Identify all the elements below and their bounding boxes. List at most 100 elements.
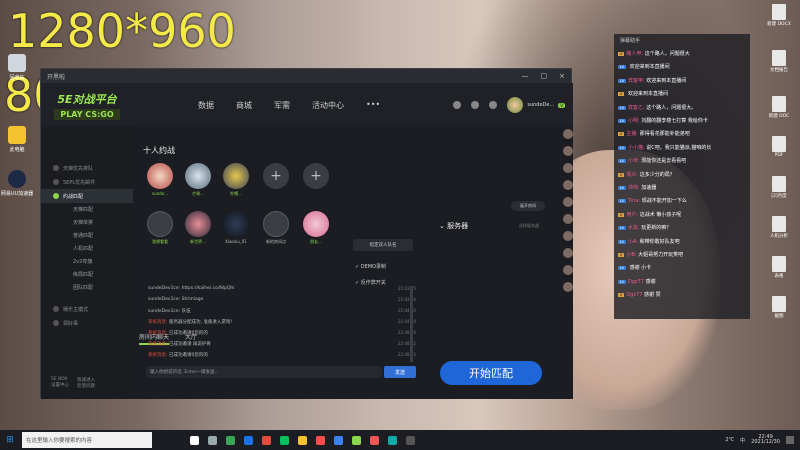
server-select[interactable]: 选择服务器 (519, 223, 539, 229)
app-icon[interactable] (334, 435, 343, 445)
sidebar-sub-normal[interactable]: 普通匹配 (41, 229, 133, 242)
clock[interactable]: 22:49 2021/12/30 (751, 434, 780, 446)
desktop-icon-recycle[interactable]: 回收站 (0, 54, 34, 81)
minimize-button[interactable]: — (522, 72, 529, 80)
app-icon[interactable] (370, 435, 379, 445)
player-slot-3[interactable] (223, 163, 249, 189)
desktop-doc-1[interactable]: 新建 DOCX (764, 4, 794, 27)
chat-message: 系统消息: 服务器分配成功, 准备进入游戏! (148, 320, 233, 325)
task-view-icon[interactable] (208, 435, 217, 445)
desktop-doc-2[interactable]: 文档报告 (764, 50, 794, 73)
wechat-icon[interactable] (280, 435, 289, 445)
friend-avatar[interactable] (563, 282, 573, 292)
start-menu-button[interactable]: ⊞ (0, 430, 20, 450)
taskbar-search[interactable]: 在这里输入你要搜索的内容 (22, 432, 152, 448)
app-icon[interactable] (262, 435, 271, 445)
user-profile[interactable]: sundeDe... V (507, 97, 565, 113)
maximize-button[interactable]: □ (541, 72, 548, 80)
footer-feedback[interactable]: 反馈问题 (77, 383, 95, 389)
chat-input[interactable]: 输入你想说的话, Enter一键发送... (146, 366, 382, 378)
edge-icon[interactable] (244, 435, 253, 445)
start-match-button[interactable]: 开始匹配 (440, 361, 542, 385)
desktop-icon-snip[interactable]: 此电脑 (0, 126, 34, 153)
nav-store[interactable]: 商城 (236, 100, 252, 111)
friend-avatar[interactable] (563, 197, 573, 207)
demo-record-toggle[interactable]: ✓ DEMO录制 (355, 263, 386, 270)
friend-avatar[interactable] (563, 231, 573, 241)
chat-scrollbar[interactable] (410, 286, 413, 362)
user-level-badge: V (618, 92, 625, 97)
danmaku-message: V 用户: 这战术 懒小孩子呢 (618, 211, 682, 218)
friend-avatar[interactable] (563, 129, 573, 139)
add-player-button[interactable]: + (303, 163, 329, 189)
chat-message: 系统消息: 已成功邀请 再说护骨 (148, 342, 211, 347)
sidebar-item-ladder-queue[interactable]: 天梯优先排队 (41, 161, 133, 175)
danmaku-message: V 主播: 那得看花那能补能弟吧 (618, 131, 690, 138)
friend-avatar[interactable] (563, 248, 573, 258)
friend-avatar[interactable] (563, 146, 573, 156)
desktop-doc-6[interactable]: 人机分析 (764, 216, 794, 239)
expand-room-button[interactable]: 展开房间 (511, 201, 545, 211)
desktop-doc-7[interactable]: 表格 (764, 256, 794, 279)
danmaku-message: V Dgz77 感谢 赞 (618, 292, 661, 299)
ten-player-title: 十人约战 (143, 146, 175, 155)
sidebar-sub-practice[interactable]: 练局匹配 (41, 268, 133, 281)
app-icon[interactable] (316, 435, 325, 445)
circle-icon[interactable] (190, 435, 199, 445)
friend-avatar[interactable] (563, 214, 573, 224)
player-slot-6[interactable] (147, 211, 173, 237)
chat-message: sundeDev1ce: 队伍 (148, 309, 191, 314)
desktop-doc-8[interactable]: 截图 (764, 296, 794, 319)
close-button[interactable]: × (559, 72, 565, 80)
folder-icon[interactable] (298, 435, 307, 445)
5e-icon[interactable] (352, 435, 361, 445)
user-level-badge: LV (618, 279, 626, 284)
send-button[interactable]: 发送 (384, 366, 416, 378)
document-icon (772, 136, 786, 152)
browser-icon[interactable] (226, 435, 235, 445)
user-level-badge: V (618, 253, 625, 257)
desktop-doc-3[interactable]: 新建 DOC (764, 96, 794, 119)
bell-icon[interactable] (453, 101, 462, 109)
friend-avatar[interactable] (563, 163, 573, 173)
sidebar-item-match[interactable]: 约战匹配 (41, 189, 133, 203)
footer-settings[interactable]: 设置中心 (51, 382, 69, 388)
nav-supply[interactable]: 军需 (274, 100, 290, 111)
danmaku-message: LV 欢迎来到本直播间 (618, 64, 670, 71)
desktop-doc-5[interactable]: [2]月度 (764, 176, 794, 199)
sidebar-item-rewards[interactable]: 领好事 (41, 316, 133, 330)
input-language[interactable]: 中 (740, 437, 745, 444)
nav-events[interactable]: 活动中心 (312, 100, 344, 111)
desktop-doc-4[interactable]: PDF (764, 136, 794, 158)
team-name-button[interactable]: 指定双人队名 (353, 239, 413, 251)
gear-icon[interactable] (489, 101, 498, 109)
desktop-icon-uu[interactable]: 网易UU加速器 (0, 170, 34, 197)
notification-icon[interactable] (786, 436, 794, 444)
app-icon[interactable] (406, 435, 415, 445)
mail-icon[interactable] (471, 101, 480, 109)
nav-data[interactable]: 数据 (198, 100, 214, 111)
sidebar-sub-ladder[interactable]: 天梯匹配 (41, 203, 133, 216)
add-player-button[interactable]: + (263, 163, 289, 189)
document-icon (772, 176, 786, 192)
player-slot-8[interactable] (223, 211, 249, 237)
chat-message: 系统消息: 已成功邀请0您的的 (148, 353, 208, 358)
app-icon[interactable] (388, 435, 397, 445)
player-slot-10[interactable] (303, 211, 329, 237)
sidebar-sub-2v2[interactable]: 2v2夺旗 (41, 255, 133, 268)
friend-avatar[interactable] (563, 265, 573, 275)
player-slot-2[interactable] (185, 163, 211, 189)
sidebar-sub-ladder-solo[interactable]: 天梯单排 (41, 216, 133, 229)
user-level-badge: LV (618, 119, 626, 123)
chat-message: 系统消息: 已成功邀请0您的的 (148, 331, 208, 336)
friend-avatar[interactable] (563, 180, 573, 190)
sidebar-item-fun[interactable]: 娱乐主模式 (41, 302, 133, 316)
player-slot-9[interactable] (263, 211, 289, 237)
player-slot-1[interactable] (147, 163, 173, 189)
sidebar-sub-bots[interactable]: 人机匹配 (41, 242, 133, 255)
nav-more[interactable]: ••• (366, 100, 380, 111)
player-slot-7[interactable] (185, 211, 211, 237)
brand-logo[interactable]: 5E对战平台 PLAY CS:GO (41, 83, 133, 127)
sidebar-sub-team[interactable]: 团队匹配 (41, 281, 133, 294)
sidebar-item-5epl[interactable]: 5EPL优先邮件 (41, 175, 133, 189)
